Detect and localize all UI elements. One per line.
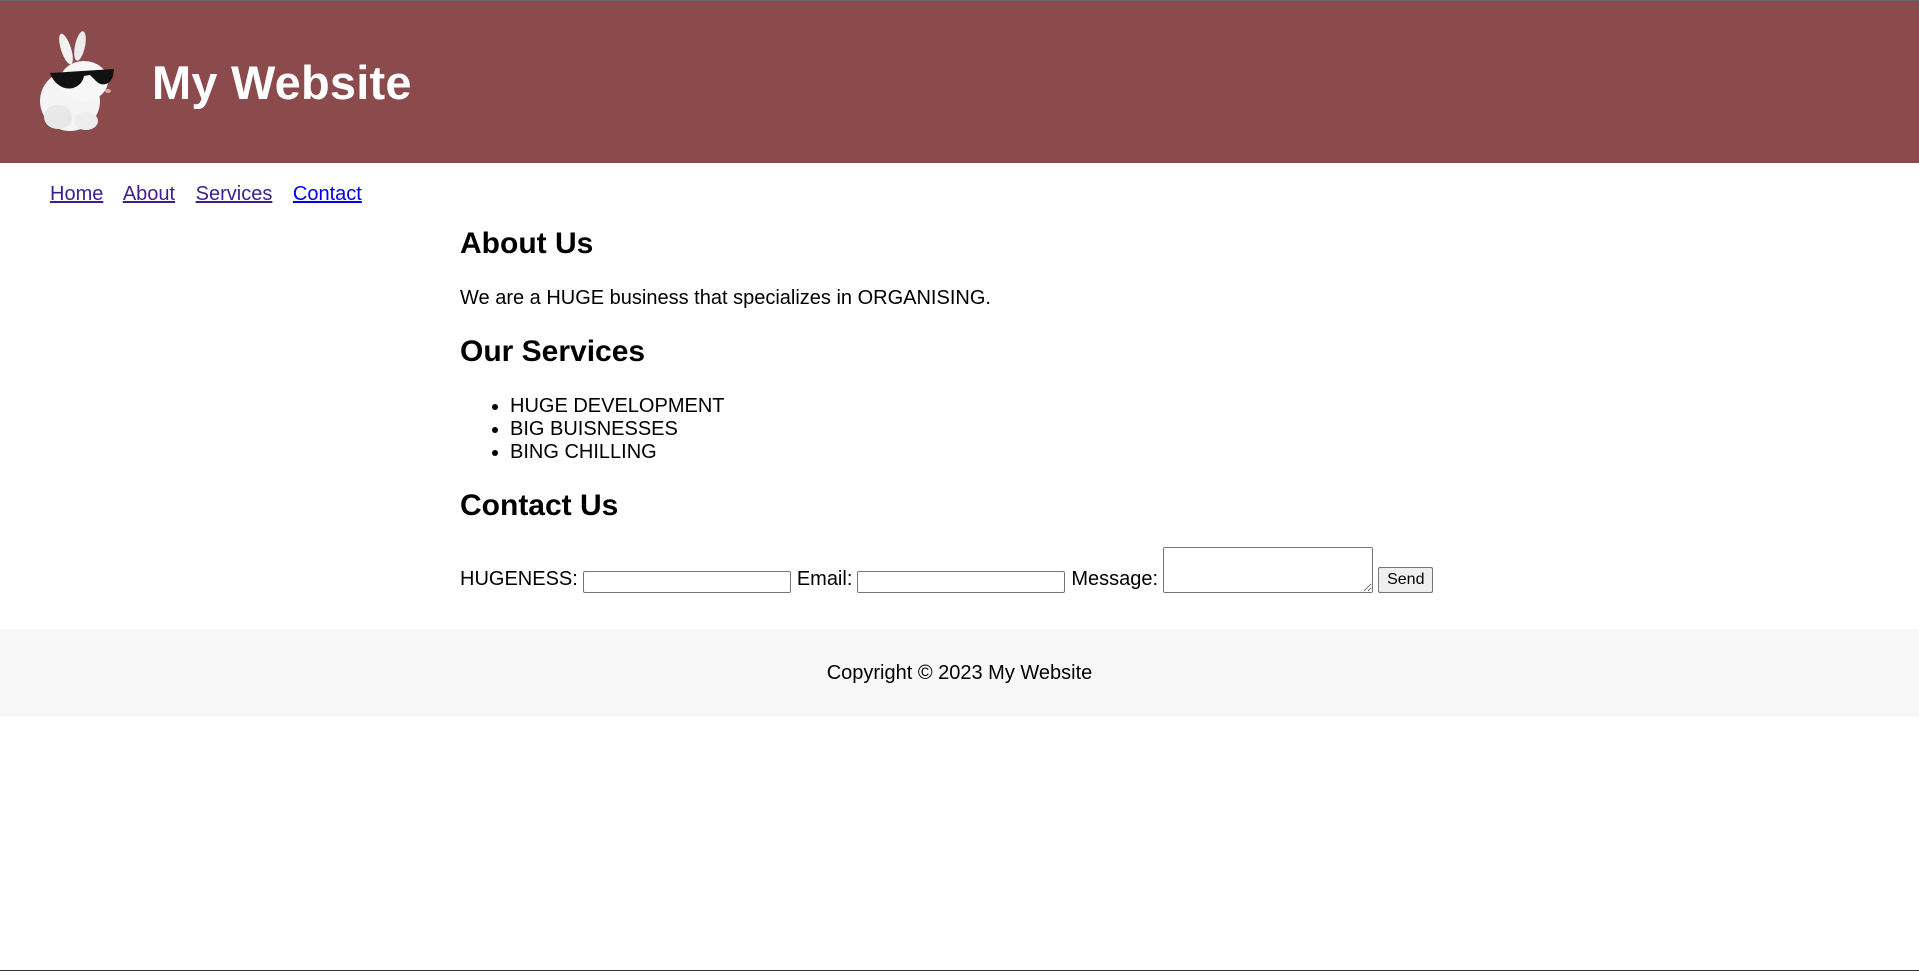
services-section: Our Services HUGE DEVELOPMENT BIG BUISNE… — [460, 335, 1460, 464]
contact-section: Contact Us HUGENESS: Email: Message: Sen… — [460, 489, 1460, 593]
page: My Website Home About Services Contact A… — [0, 0, 1919, 971]
about-section: About Us We are a HUGE business that spe… — [460, 227, 1460, 310]
email-input[interactable] — [857, 571, 1066, 593]
service-item: BIG BUISNESSES — [510, 418, 1460, 441]
site-header: My Website — [0, 1, 1919, 163]
bunny-with-sunglasses-logo — [40, 31, 114, 131]
contact-form: HUGENESS: Email: Message: Send — [460, 547, 1460, 593]
main-content: About Us We are a HUGE business that spe… — [460, 227, 1460, 593]
nav-link-home[interactable]: Home — [50, 183, 103, 205]
services-heading: Our Services — [460, 335, 646, 368]
service-item: BING CHILLING — [510, 441, 1460, 464]
copyright-text: Copyright © 2023 My Website — [826, 661, 1093, 684]
message-textarea[interactable] — [1163, 547, 1374, 593]
main-nav: Home About Services Contact — [50, 183, 377, 206]
about-text: We are a HUGE business that specializes … — [460, 287, 991, 309]
message-label: Message: — [1071, 568, 1159, 590]
hugeness-label: HUGENESS: — [460, 568, 578, 590]
email-label: Email: — [796, 568, 853, 590]
site-title: My Website — [152, 55, 412, 109]
contact-heading: Contact Us — [460, 489, 619, 522]
service-item: HUGE DEVELOPMENT — [510, 395, 1460, 418]
nav-link-about[interactable]: About — [123, 183, 175, 205]
services-list: HUGE DEVELOPMENT BIG BUISNESSES BING CHI… — [460, 395, 1460, 464]
nav-link-services[interactable]: Services — [196, 183, 273, 205]
about-heading: About Us — [460, 227, 594, 260]
hugeness-input[interactable] — [582, 571, 791, 593]
site-footer: Copyright © 2023 My Website — [0, 629, 1919, 717]
nav-link-contact[interactable]: Contact — [293, 183, 362, 205]
send-button[interactable]: Send — [1378, 567, 1434, 593]
